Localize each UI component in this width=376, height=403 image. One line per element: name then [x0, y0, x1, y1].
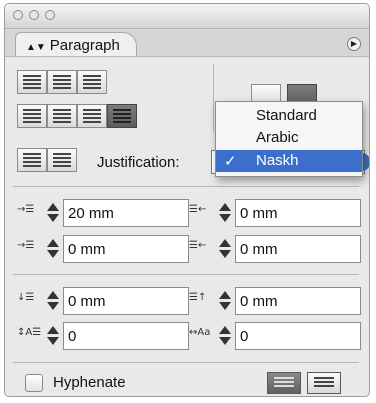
first-line-indent-stepper[interactable] [45, 238, 61, 260]
right-indent-field[interactable]: 0 mm [235, 199, 361, 227]
align-towards-spine-button[interactable] [17, 148, 47, 172]
align-center-button[interactable] [47, 70, 77, 94]
drop-cap-lines-stepper[interactable] [45, 325, 61, 347]
justify-left-icon [23, 109, 41, 123]
align-left-button[interactable] [17, 70, 47, 94]
minimize-window-button[interactable] [29, 10, 39, 20]
space-before-stepper[interactable] [45, 290, 61, 312]
first-line-indent-icon: →☰ [17, 240, 35, 251]
align-to-grid-button[interactable] [307, 372, 341, 394]
drop-cap-chars-field[interactable]: 0 [235, 322, 361, 350]
justification-label: Justification: [97, 154, 180, 171]
hyphenate-checkbox[interactable] [25, 374, 43, 392]
dropdown-option-naskh[interactable]: ✓ Naskh [216, 150, 362, 172]
space-after-icon: ☰↑ [189, 292, 207, 303]
close-window-button[interactable] [13, 10, 23, 20]
panel-menu-icon[interactable]: ▶ [347, 37, 361, 51]
grid-on-icon [314, 377, 334, 389]
space-before-icon: ↓☰ [17, 292, 35, 303]
align-right-button[interactable] [77, 70, 107, 94]
drop-cap-lines-icon: ↕A☰ [17, 327, 42, 338]
last-line-indent-icon: ☰← [189, 240, 207, 251]
paragraph-panel: ▲▼ Paragraph ▶ Justification: Standard Ar… [4, 3, 370, 397]
justification-dropdown: Standard Arabic ✓ Naskh [215, 101, 363, 177]
checkmark-icon: ✓ [224, 153, 237, 170]
align-left-icon [23, 75, 41, 89]
do-not-align-to-grid-button[interactable] [267, 372, 301, 394]
zoom-window-button[interactable] [45, 10, 55, 20]
space-before-field[interactable]: 0 mm [63, 287, 189, 315]
grid-off-icon [274, 377, 294, 389]
space-after-stepper[interactable] [217, 290, 233, 312]
align-away-from-spine-icon [53, 153, 71, 167]
vertical-divider [213, 64, 214, 132]
left-indent-stepper[interactable] [45, 202, 61, 224]
divider-2 [13, 274, 359, 275]
align-towards-spine-icon [23, 153, 41, 167]
dropdown-option-arabic[interactable]: Arabic [216, 127, 362, 149]
align-right-icon [83, 75, 101, 89]
justify-all-icon [113, 109, 131, 123]
drop-cap-chars-icon: ↔Aa [189, 327, 211, 338]
tab-row: ▲▼ Paragraph ▶ [5, 29, 369, 57]
divider-1 [13, 186, 359, 187]
right-indent-icon: ☰← [189, 204, 207, 215]
divider-3 [13, 362, 359, 363]
first-line-indent-field[interactable]: 0 mm [63, 235, 189, 263]
right-indent-stepper[interactable] [217, 202, 233, 224]
left-indent-icon: →☰ [17, 204, 35, 215]
last-line-indent-field[interactable]: 0 mm [235, 235, 361, 263]
justify-right-icon [83, 109, 101, 123]
left-indent-field[interactable]: 20 mm [63, 199, 189, 227]
tab-paragraph[interactable]: ▲▼ Paragraph [15, 32, 137, 56]
justify-center-button[interactable] [47, 104, 77, 128]
align-away-from-spine-button[interactable] [47, 148, 77, 172]
title-bar [5, 4, 369, 29]
last-line-indent-stepper[interactable] [217, 238, 233, 260]
drop-cap-chars-stepper[interactable] [217, 325, 233, 347]
up-down-arrows-icon: ▲▼ [26, 42, 46, 53]
space-after-field[interactable]: 0 mm [235, 287, 361, 315]
drop-cap-lines-field[interactable]: 0 [63, 322, 189, 350]
align-center-icon [53, 75, 71, 89]
dropdown-option-standard[interactable]: Standard [216, 105, 362, 127]
justify-center-icon [53, 109, 71, 123]
hyphenate-label: Hyphenate [53, 374, 126, 391]
justify-all-button[interactable] [107, 104, 137, 128]
justify-left-button[interactable] [17, 104, 47, 128]
justify-right-button[interactable] [77, 104, 107, 128]
tab-label: Paragraph [49, 37, 120, 54]
